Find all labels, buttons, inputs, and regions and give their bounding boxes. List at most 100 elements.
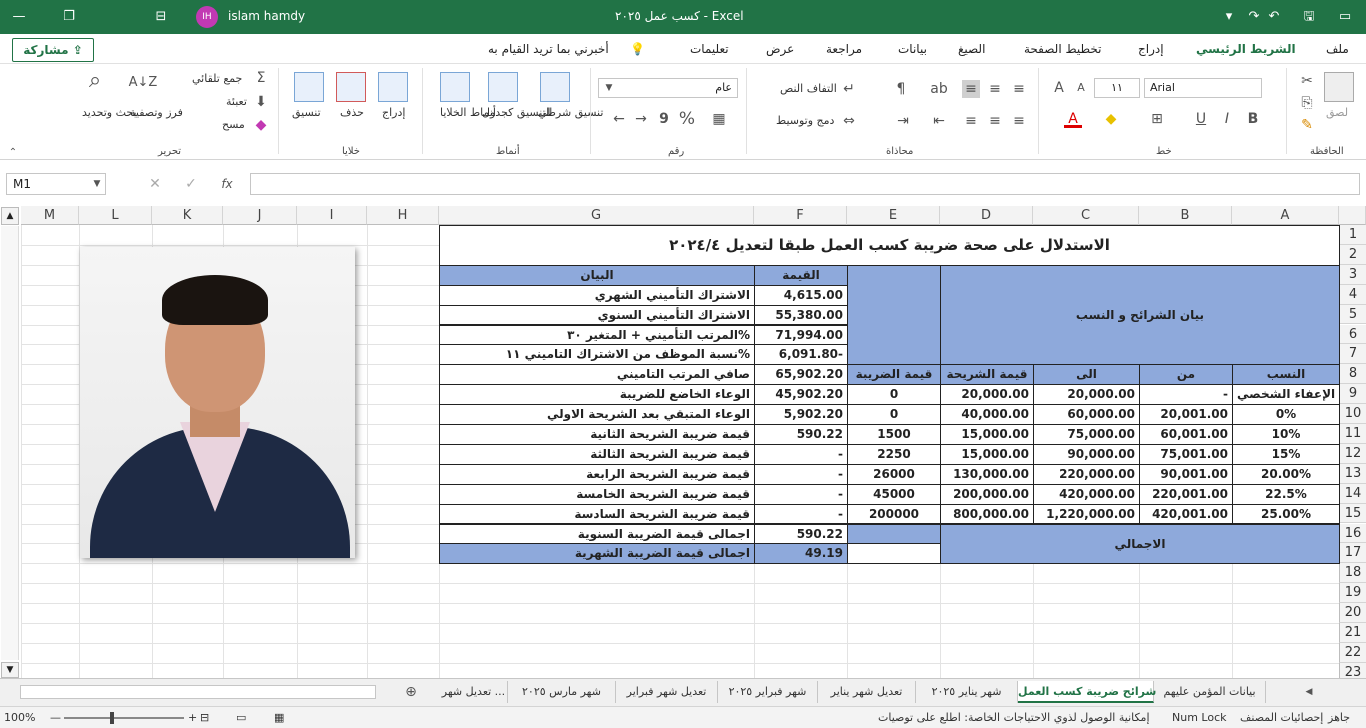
- desc-cell[interactable]: المرتب التأميني + المتغير ٣٠%: [439, 324, 755, 346]
- tab-help[interactable]: تعليمات: [690, 42, 729, 56]
- row-header[interactable]: 21: [1339, 623, 1366, 643]
- share-button[interactable]: مشاركة ⇪: [12, 38, 94, 62]
- value-cell[interactable]: 5,902.20: [754, 404, 848, 425]
- paste-button[interactable]: لصق: [1326, 106, 1348, 119]
- column-header[interactable]: J: [223, 206, 297, 225]
- cancel-icon[interactable]: ✕: [146, 175, 164, 193]
- desc-cell[interactable]: الوعاء الخاضع للضريبة: [439, 384, 755, 406]
- tab-formulas[interactable]: الصيغ: [958, 42, 985, 56]
- copy-icon[interactable]: ⎘: [1298, 94, 1316, 112]
- row-header[interactable]: 11: [1339, 424, 1366, 444]
- italic-icon[interactable]: I: [1218, 110, 1236, 128]
- row-header[interactable]: 2: [1339, 244, 1366, 265]
- find-icon[interactable]: ⌕: [82, 70, 108, 98]
- row-header[interactable]: 19: [1339, 583, 1366, 604]
- bracket-cell[interactable]: 420,000.00: [1033, 483, 1140, 505]
- align-left-icon[interactable]: ≡: [962, 112, 980, 130]
- currency-icon[interactable]: ▦: [710, 110, 728, 128]
- bracket-cell[interactable]: 15%: [1232, 443, 1340, 465]
- restore-icon[interactable]: ❐: [60, 8, 78, 26]
- value-cell[interactable]: 49.19: [754, 543, 848, 565]
- column-header[interactable]: M: [21, 206, 79, 225]
- fill-color-icon[interactable]: ◆: [1102, 110, 1120, 128]
- row-header[interactable]: 9: [1339, 384, 1366, 405]
- select-all-corner[interactable]: [1339, 206, 1366, 225]
- bracket-cell[interactable]: 1500: [847, 424, 941, 445]
- bracket-cell[interactable]: 420,001.00: [1139, 503, 1233, 525]
- bracket-cell[interactable]: 130,000.00: [940, 463, 1034, 485]
- bracket-cell[interactable]: 22.5%: [1232, 483, 1340, 505]
- minimize-icon[interactable]: —: [10, 8, 28, 26]
- bracket-cell[interactable]: 200,000.00: [940, 483, 1034, 505]
- normal-view-icon[interactable]: ▦: [274, 711, 284, 724]
- column-header[interactable]: B: [1139, 206, 1232, 225]
- row-header[interactable]: 10: [1339, 404, 1366, 424]
- desc-cell[interactable]: الاشتراك التأميني الشهري: [439, 284, 755, 306]
- bracket-col-header[interactable]: قيمة الضريبة: [847, 364, 941, 386]
- sheet-tab[interactable]: تعديل شهر يناير: [818, 681, 916, 703]
- align-bottom-icon[interactable]: ≡: [1010, 80, 1028, 98]
- total-blank-cell[interactable]: [847, 543, 941, 565]
- desc-cell[interactable]: الوعاء المتبقي بعد الشريحة الاولي: [439, 404, 755, 425]
- desc-cell[interactable]: قيمة ضريبة الشريحة الخامسة: [439, 483, 755, 505]
- row-header[interactable]: 6: [1339, 324, 1366, 345]
- sheet-tab[interactable]: بيانات المؤمن عليهم: [1154, 681, 1266, 703]
- desc-cell[interactable]: قيمة ضريبة الشريحة الثالثة: [439, 443, 755, 465]
- font-name-select[interactable]: Arial: [1144, 78, 1262, 98]
- insert-button[interactable]: إدراج: [382, 106, 405, 119]
- desc-cell[interactable]: نسبة الموظف من الاشتراك التاميني ١١%: [439, 344, 755, 366]
- row-header[interactable]: 5: [1339, 304, 1366, 325]
- bracket-cell[interactable]: -: [1139, 384, 1233, 406]
- value-cell[interactable]: 45,902.20: [754, 384, 848, 406]
- orientation-icon[interactable]: ab: [930, 80, 948, 98]
- vertical-scrollbar[interactable]: [1, 226, 19, 660]
- percent-icon[interactable]: %: [678, 110, 696, 128]
- number-format-select[interactable]: عام: [598, 78, 738, 98]
- value-cell[interactable]: 4,615.00: [754, 284, 848, 306]
- value-cell[interactable]: 65,902.20: [754, 364, 848, 386]
- sort-filter-icon[interactable]: A↓Z: [128, 74, 158, 92]
- fill-button[interactable]: تعبئة: [226, 95, 247, 108]
- bracket-cell[interactable]: 200000: [847, 503, 941, 525]
- zoom-level[interactable]: 100%: [4, 711, 35, 724]
- bracket-cell[interactable]: الإعفاء الشخصي: [1232, 384, 1340, 406]
- tab-file[interactable]: ملف: [1326, 42, 1349, 56]
- value-cell[interactable]: -: [754, 443, 848, 465]
- row-header[interactable]: 14: [1339, 483, 1366, 504]
- value-cell[interactable]: 55,380.00: [754, 304, 848, 326]
- desc-cell[interactable]: قيمة ضريبة الشريحة الرابعة: [439, 463, 755, 485]
- bracket-cell[interactable]: 1,220,000.00: [1033, 503, 1140, 525]
- row-header[interactable]: 4: [1339, 284, 1366, 305]
- bracket-cell[interactable]: 90,000.00: [1033, 443, 1140, 465]
- column-header[interactable]: K: [152, 206, 223, 225]
- add-sheet-icon[interactable]: ⊕: [402, 683, 420, 701]
- redo-icon[interactable]: ↷: [1245, 8, 1263, 26]
- row-header[interactable]: 8: [1339, 364, 1366, 385]
- clear-button[interactable]: مسح: [222, 118, 245, 131]
- value-cell[interactable]: 71,994.00: [754, 324, 848, 346]
- value-cell[interactable]: -: [754, 483, 848, 505]
- row-header[interactable]: 16: [1339, 523, 1366, 544]
- cell-styles-icon[interactable]: [440, 72, 470, 102]
- column-header[interactable]: C: [1033, 206, 1139, 225]
- bracket-col-header[interactable]: قيمة الشريحة: [940, 364, 1034, 386]
- column-header[interactable]: E: [847, 206, 940, 225]
- column-header[interactable]: F: [754, 206, 847, 225]
- column-header[interactable]: G: [439, 206, 754, 225]
- format-as-table-icon[interactable]: [488, 72, 518, 102]
- fill-icon[interactable]: ⬇: [252, 93, 270, 111]
- zoom-slider-thumb[interactable]: [110, 712, 114, 724]
- font-color-icon[interactable]: A: [1064, 110, 1082, 128]
- user-name[interactable]: islam hamdy: [228, 9, 305, 23]
- conditional-format-button[interactable]: تنسيق شرطي: [538, 106, 603, 119]
- scroll-down-button[interactable]: ▼: [1, 662, 19, 678]
- delete-cells-icon[interactable]: [336, 72, 366, 102]
- tab-page-layout[interactable]: تخطيط الصفحة: [1024, 42, 1101, 56]
- sheet-title[interactable]: الاستدلال على صحة ضريبة كسب العمل طبقا ل…: [439, 225, 1340, 266]
- chevron-down-icon[interactable]: ▼: [600, 79, 618, 97]
- increase-font-icon[interactable]: A: [1050, 79, 1068, 97]
- insert-cells-icon[interactable]: [378, 72, 408, 102]
- bold-icon[interactable]: B: [1244, 110, 1262, 128]
- bracket-cell[interactable]: 15,000.00: [940, 424, 1034, 445]
- decrease-font-icon[interactable]: A: [1072, 79, 1090, 97]
